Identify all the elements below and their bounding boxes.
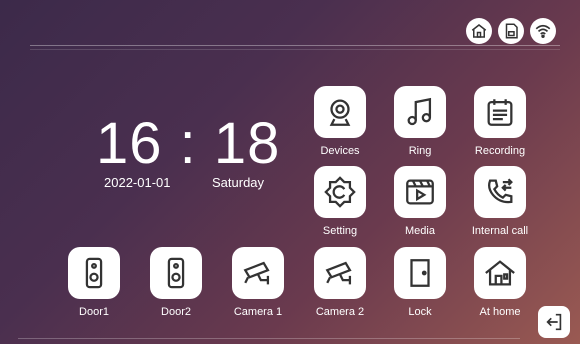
camera1-label: Camera 1 (233, 306, 283, 318)
media-button[interactable]: Media (380, 166, 460, 237)
settings-icon (314, 166, 366, 218)
camera2-button[interactable]: Camera 2 (300, 247, 380, 318)
music-note-icon (394, 86, 446, 138)
ring-button[interactable]: Ring (380, 86, 460, 157)
doorbell-icon (150, 247, 202, 299)
clock-weekday: Saturday (212, 175, 265, 190)
setting-button[interactable]: Setting (300, 166, 380, 237)
exit-icon (546, 313, 562, 331)
media-icon (394, 166, 446, 218)
devices-label: Devices (320, 145, 360, 157)
camera2-label: Camera 2 (315, 306, 365, 318)
wifi-icon (530, 18, 556, 44)
home-status-icon (466, 18, 492, 44)
header-divider (30, 45, 560, 46)
header-divider-2 (30, 49, 560, 50)
camera1-button[interactable]: Camera 1 (218, 247, 298, 318)
phone-call-icon (474, 166, 526, 218)
recording-button[interactable]: Recording (460, 86, 540, 157)
recording-icon (474, 86, 526, 138)
lock-button[interactable]: Lock (380, 247, 460, 318)
at-home-button[interactable]: At home (460, 247, 540, 318)
devices-button[interactable]: Devices (300, 86, 380, 157)
recording-label: Recording (474, 145, 526, 157)
sd-card-icon (498, 18, 524, 44)
media-label: Media (405, 225, 435, 237)
lock-label: Lock (408, 306, 432, 318)
door-icon (394, 247, 446, 299)
clock-time: 16 : 18 (96, 111, 281, 176)
clock-date: 2022-01-01 (104, 175, 171, 190)
door1-label: Door1 (79, 306, 109, 318)
doorbell-icon (68, 247, 120, 299)
cctv-camera-icon (314, 247, 366, 299)
exit-button[interactable] (538, 306, 570, 338)
status-bar (466, 18, 556, 44)
internal-call-button[interactable]: Internal call (460, 166, 540, 237)
footer-divider (18, 338, 520, 339)
door2-button[interactable]: Door2 (136, 247, 216, 318)
door1-button[interactable]: Door1 (54, 247, 134, 318)
door2-label: Door2 (161, 306, 191, 318)
setting-label: Setting (322, 225, 358, 237)
house-icon (474, 247, 526, 299)
camera-icon (314, 86, 366, 138)
internal-call-label: Internal call (471, 225, 529, 237)
cctv-camera-icon (232, 247, 284, 299)
at-home-label: At home (479, 306, 521, 318)
ring-label: Ring (408, 145, 432, 157)
